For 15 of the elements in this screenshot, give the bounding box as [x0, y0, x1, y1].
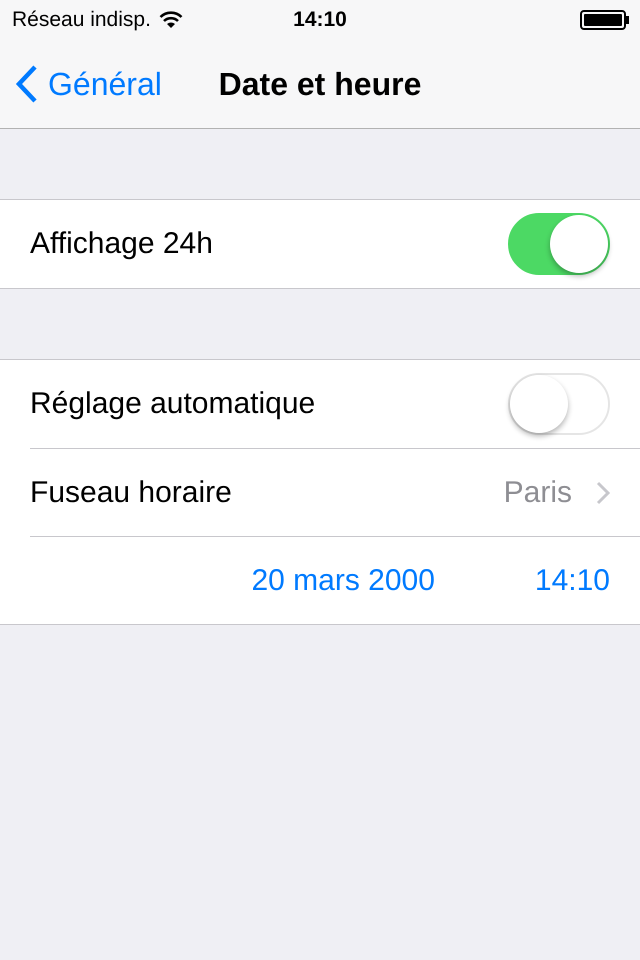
- battery-icon: [580, 10, 630, 30]
- back-button[interactable]: Général: [16, 65, 162, 103]
- date-value[interactable]: 20 mars 2000: [251, 564, 435, 598]
- chevron-icon: [596, 480, 610, 504]
- setting-label: Fuseau horaire: [30, 476, 232, 510]
- page-title: Date et heure: [218, 66, 422, 102]
- setting-value: Paris: [504, 476, 572, 510]
- carrier-label: Réseau indisp.: [12, 8, 151, 32]
- setting-label: Affichage 24h: [30, 227, 213, 261]
- setting-label: Réglage automatique: [30, 387, 316, 421]
- wifi-icon: [158, 11, 183, 29]
- toggle-switch[interactable]: [508, 213, 610, 275]
- time-value[interactable]: 14:10: [534, 564, 610, 598]
- clock-time: 14:10: [293, 8, 347, 32]
- back-chevron-icon: [16, 65, 38, 103]
